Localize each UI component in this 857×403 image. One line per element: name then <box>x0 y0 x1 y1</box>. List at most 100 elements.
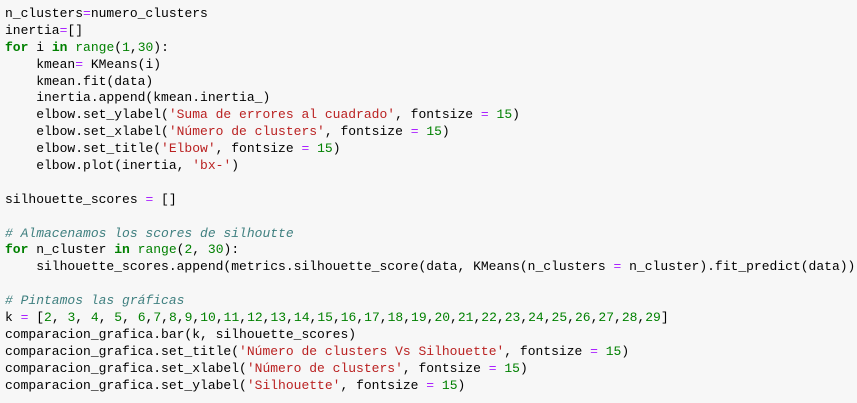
code-token: ) <box>332 141 341 157</box>
code-token: comparacion_grafica.set_ylabel( <box>5 377 247 393</box>
code-token: , <box>403 310 412 326</box>
number-token: 25 <box>551 310 568 326</box>
code-line: elbow.set_ylabel('Suma de errores al cua… <box>5 107 857 124</box>
code-token: , <box>176 310 185 326</box>
number-token: 19 <box>411 310 427 326</box>
code-cell[interactable]: n_clusters=numero_clusters inertia=[] for … <box>0 0 857 403</box>
string-token: 'Número de clusters' <box>168 124 325 140</box>
number-token: 15 <box>496 107 513 123</box>
code-token: , <box>356 310 365 326</box>
code-token: , <box>286 310 294 326</box>
number-token: 15 <box>426 124 442 140</box>
code-token: ) <box>441 124 450 140</box>
code-token: inertia.append(kmean.inertia_) <box>5 90 271 106</box>
number-token: 4 <box>90 310 99 326</box>
number-token: 20 <box>434 310 451 326</box>
code-token: ) <box>457 377 466 393</box>
code-token: k <box>5 310 21 326</box>
operator-token: = <box>83 6 91 21</box>
number-token: 13 <box>270 310 287 326</box>
code-line: elbow.set_xlabel('Número de clusters', f… <box>5 124 857 141</box>
code-token: silhouette_scores <box>5 191 146 207</box>
code-token: [] <box>67 22 84 38</box>
number-token: 27 <box>598 310 614 326</box>
code-token: elbow.set_xlabel( <box>5 124 169 140</box>
code-token: kmean <box>5 56 76 72</box>
code-token: , fontsize <box>504 343 591 359</box>
string-token: 'Elbow' <box>161 141 216 157</box>
keyword-token: for <box>5 39 29 55</box>
code-editor[interactable]: n_clusters=numero_clusters inertia=[] for … <box>5 6 857 394</box>
number-token: 30 <box>207 242 224 258</box>
code-token: ) <box>621 343 630 359</box>
code-token: ) <box>231 158 240 174</box>
code-token: , <box>543 310 552 326</box>
code-line: elbow.set_title('Elbow', fontsize = 15) <box>5 141 857 158</box>
number-token: 8 <box>168 310 177 326</box>
code-token: , <box>129 39 138 55</box>
code-token: , <box>75 310 91 326</box>
code-token: n_clusters <box>5 6 84 21</box>
operator-token: = <box>480 107 489 123</box>
code-token: comparacion_grafica.set_title( <box>5 343 240 359</box>
string-token: 'Suma de errores al cuadrado' <box>168 107 396 123</box>
code-token: elbow.set_title( <box>5 141 162 157</box>
string-token: 'Número de clusters Vs Silhouette' <box>239 343 505 359</box>
code-line: # Pintamos las gráficas <box>5 293 857 310</box>
code-line: kmean.fit(data) <box>5 74 857 91</box>
number-token: 15 <box>317 310 333 326</box>
string-token: 'Silhouette' <box>246 377 341 393</box>
number-token: 5 <box>114 310 123 326</box>
number-token: 29 <box>645 310 661 326</box>
code-token: , <box>332 310 341 326</box>
number-token: 6 <box>137 310 146 326</box>
code-token: , <box>122 310 138 326</box>
comment-token: # Almacenamos los scores de silhoutte <box>5 225 294 241</box>
code-token: , <box>98 310 115 326</box>
keyword-token: for <box>5 242 29 258</box>
number-token: 30 <box>137 39 154 55</box>
code-token: , <box>161 310 169 326</box>
code-token: ] <box>660 310 669 326</box>
code-line: comparacion_grafica.set_ylabel('Silhouet… <box>5 378 857 395</box>
number-token: 1 <box>122 39 130 55</box>
number-token: 17 <box>364 310 380 326</box>
keyword-token: in <box>114 242 130 258</box>
number-token: 28 <box>621 310 638 326</box>
code-token: inertia <box>5 22 60 38</box>
code-token: , fontsize <box>215 141 302 157</box>
code-token: ) <box>519 360 528 376</box>
code-line: n_clusters=numero_clusters <box>5 6 857 23</box>
code-token: , <box>379 310 388 326</box>
comment-token: # Pintamos las gráficas <box>5 293 185 309</box>
code-token: ): <box>223 242 240 258</box>
code-token: , fontsize <box>340 377 427 393</box>
number-token: 15 <box>605 343 622 359</box>
number-token: 15 <box>317 141 333 157</box>
code-line: for n_cluster in range(2, 30): <box>5 242 857 259</box>
number-token: 15 <box>504 360 520 376</box>
code-token: , <box>496 310 505 326</box>
string-token: 'bx-' <box>192 158 232 174</box>
operator-token: = <box>488 360 497 376</box>
builtin-token: range <box>137 242 177 258</box>
code-token: , <box>239 310 248 326</box>
string-token: 'Número de clusters' <box>246 360 403 376</box>
code-line: kmean= KMeans(i) <box>5 57 857 74</box>
code-line: for i in range(1,30): <box>5 40 857 57</box>
number-token: 2 <box>44 310 52 326</box>
code-token: , <box>520 310 529 326</box>
code-token: ): <box>153 39 169 55</box>
number-token: 10 <box>200 310 216 326</box>
code-token: , <box>450 310 458 326</box>
code-token: numero_clusters <box>90 6 208 21</box>
code-token: kmean.fit(data) <box>5 73 154 89</box>
